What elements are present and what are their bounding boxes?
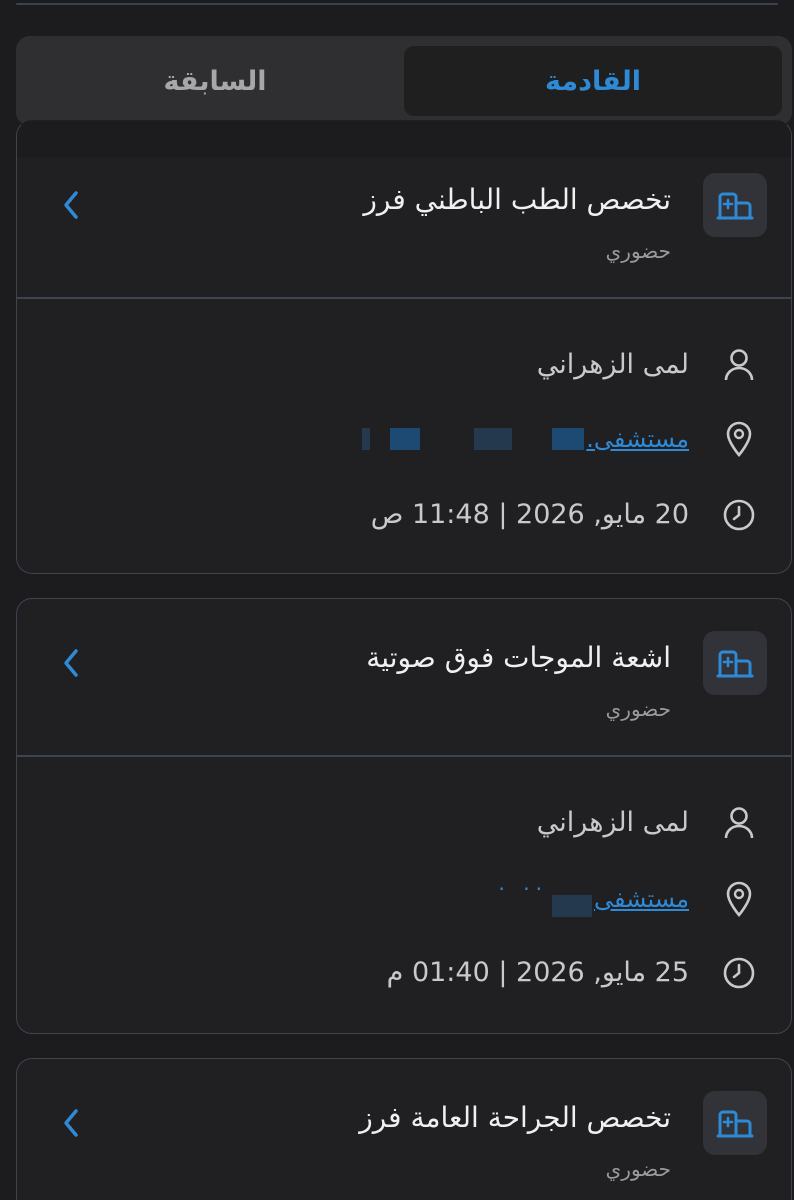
appointment-card[interactable]: تخصص الجراحة العامة فرز حضوري — [16, 1058, 792, 1200]
clinic-building-icon — [703, 1091, 767, 1155]
scroll-mask — [17, 121, 791, 157]
location-pin-icon — [719, 419, 759, 459]
redacted-text — [551, 894, 592, 917]
tab-upcoming[interactable]: القادمة — [404, 46, 782, 116]
location-row: مستشفى. — [57, 419, 759, 459]
visit-type: حضوري — [605, 239, 671, 263]
hospital-link[interactable]: مستشفى. — [586, 425, 689, 453]
appointment-details: لمى الزهراني مستشفى. 20 مايو, 2026 | 11:… — [17, 299, 791, 574]
appointments-tabs: القادمة السابقة — [16, 36, 792, 126]
redacted-text: ·· · — [498, 876, 548, 901]
clock-icon — [719, 495, 759, 535]
appointments-screen: القادمة السابقة تخصص الطب الباطني فرز حض… — [0, 0, 794, 1200]
redacted-text — [474, 427, 513, 450]
appointment-details: لمى الزهراني مستشفى ·· · 25 مايو, 2026 |… — [17, 757, 791, 1032]
hospital-link[interactable]: مستشفى — [594, 885, 689, 913]
tab-previous[interactable]: السابقة — [26, 46, 404, 116]
doctor-row: لمى الزهراني — [57, 345, 759, 385]
appointment-title: تخصص الطب الباطني فرز — [363, 183, 671, 216]
time-row: 25 مايو, 2026 | 01:40 م — [57, 953, 759, 993]
person-icon — [719, 345, 759, 385]
appointment-title: اشعة الموجات فوق صوتية — [366, 641, 671, 674]
appointment-card[interactable]: تخصص الطب الباطني فرز حضوري لمى الزهراني… — [16, 120, 792, 574]
appointment-card-header[interactable]: تخصص الجراحة العامة فرز حضوري — [17, 1077, 791, 1200]
appointment-card-header[interactable]: تخصص الطب الباطني فرز حضوري — [17, 159, 791, 297]
appointment-card-header[interactable]: اشعة الموجات فوق صوتية حضوري — [17, 617, 791, 755]
chevron-left-icon[interactable] — [53, 1105, 89, 1141]
appointment-title: تخصص الجراحة العامة فرز — [359, 1101, 671, 1134]
redacted-text — [390, 427, 421, 450]
clinic-building-icon — [703, 631, 767, 695]
clinic-building-icon — [703, 173, 767, 237]
header-divider — [16, 3, 778, 5]
location-row: مستشفى ·· · — [57, 876, 759, 919]
chevron-left-icon[interactable] — [53, 645, 89, 681]
visit-type: حضوري — [605, 697, 671, 721]
chevron-left-icon[interactable] — [53, 187, 89, 223]
appointment-card[interactable]: اشعة الموجات فوق صوتية حضوري لمى الزهران… — [16, 598, 792, 1034]
doctor-row: لمى الزهراني — [57, 803, 759, 843]
appointment-datetime: 20 مايو, 2026 | 11:48 ص — [370, 499, 689, 530]
doctor-name: لمى الزهراني — [536, 807, 689, 838]
redacted-text — [362, 427, 371, 450]
appointment-datetime: 25 مايو, 2026 | 01:40 م — [386, 957, 689, 988]
doctor-name: لمى الزهراني — [536, 349, 689, 380]
redacted-text — [552, 427, 585, 450]
time-row: 20 مايو, 2026 | 11:48 ص — [57, 495, 759, 535]
clock-icon — [719, 953, 759, 993]
visit-type: حضوري — [605, 1157, 671, 1181]
person-icon — [719, 803, 759, 843]
location-pin-icon — [719, 879, 759, 919]
